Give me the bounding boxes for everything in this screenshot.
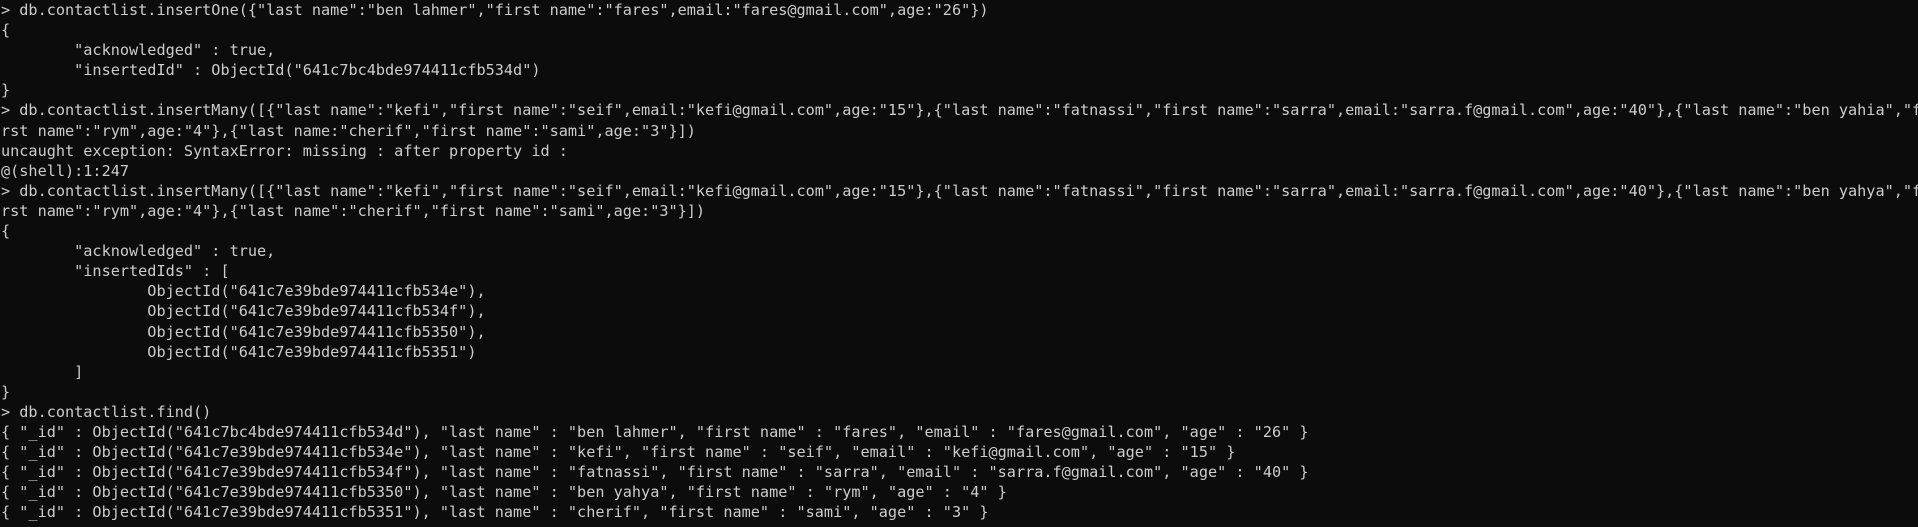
output-line: ObjectId("641c7e39bde974411cfb5351") <box>1 342 477 361</box>
output-line: ObjectId("641c7e39bde974411cfb5350"), <box>1 322 486 341</box>
output-line: ObjectId("641c7e39bde974411cfb534f"), <box>1 302 486 321</box>
error-line: @(shell):1:247 <box>1 161 130 180</box>
command-line-wrap: rst name":"rym",age:"4"},{"last name":"c… <box>1 201 706 220</box>
command-line-wrap: rst name":"rym",age:"4"},{"last name:"ch… <box>1 121 696 140</box>
output-line: "acknowledged" : true, <box>1 242 276 261</box>
document-row: { "_id" : ObjectId("641c7e39bde974411cfb… <box>1 483 1007 502</box>
document-row: { "_id" : ObjectId("641c7e39bde974411cfb… <box>1 503 989 522</box>
output-line: { <box>1 21 11 40</box>
output-line: } <box>1 382 11 401</box>
error-line: uncaught exception: SyntaxError: missing… <box>1 141 568 160</box>
output-line: "insertedIds" : [ <box>1 262 230 281</box>
document-row: { "_id" : ObjectId("641c7e39bde974411cfb… <box>1 443 1236 462</box>
output-line: { <box>1 222 11 241</box>
document-row: { "_id" : ObjectId("641c7e39bde974411cfb… <box>1 463 1309 482</box>
output-line: ] <box>1 362 84 381</box>
document-row: { "_id" : ObjectId("641c7bc4bde974411cfb… <box>1 422 1309 441</box>
command-line: > db.contactlist.insertMany([{"last name… <box>1 101 1918 120</box>
command-line: > db.contactlist.find() <box>1 402 212 421</box>
output-line: } <box>1 81 11 100</box>
command-line-partial <box>1 522 1918 527</box>
command-line: > db.contactlist.insertOne({"last name":… <box>1 1 989 19</box>
output-line: ObjectId("641c7e39bde974411cfb534e"), <box>1 282 486 301</box>
output-line: "insertedId" : ObjectId("641c7bc4bde9744… <box>1 61 541 80</box>
output-line: "acknowledged" : true, <box>1 41 276 60</box>
terminal-output[interactable]: > db.contactlist.insertOne({"last name":… <box>0 0 1918 527</box>
command-line: > db.contactlist.insertMany([{"last name… <box>1 181 1918 200</box>
